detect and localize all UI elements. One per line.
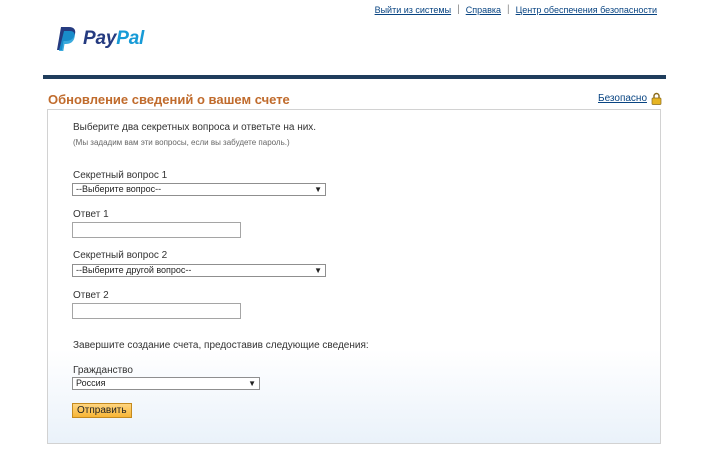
secure-link[interactable]: Безопасно [598,93,647,104]
dropdown-arrow-icon: ▼ [314,266,322,275]
question2-value: --Выберите другой вопрос-- [76,265,192,275]
logout-link[interactable]: Выйти из системы [375,5,452,15]
account-form-panel: Выберите два секретных вопроса и ответьт… [47,109,661,444]
dropdown-arrow-icon: ▼ [314,185,322,194]
separator: | [507,4,510,15]
paypal-logo: PayPal [55,26,144,52]
form-hint: (Мы зададим вам эти вопросы, если вы заб… [73,138,290,147]
question1-label: Секретный вопрос 1 [73,170,168,181]
question1-value: --Выберите вопрос-- [76,184,162,194]
security-center-link[interactable]: Центр обеспечения безопасности [516,5,657,15]
top-links: Выйти из системы | Справка | Центр обесп… [375,4,657,15]
paypal-wordmark: PayPal [83,28,145,49]
answer2-label: Ответ 2 [73,290,109,301]
answer1-label: Ответ 1 [73,209,109,220]
separator: | [457,4,460,15]
citizenship-label: Гражданство [73,365,133,376]
answer-2-input[interactable] [72,303,241,319]
citizenship-select[interactable]: Россия ▼ [72,377,260,390]
secure-indicator: Безопасно [598,92,662,105]
lock-icon [651,92,662,105]
submit-button[interactable]: Отправить [72,403,132,418]
question2-label: Секретный вопрос 2 [73,250,168,261]
security-question-2-select[interactable]: --Выберите другой вопрос-- ▼ [72,264,326,277]
page-title: Обновление сведений о вашем счете [48,92,290,107]
answer-1-input[interactable] [72,222,241,238]
help-link[interactable]: Справка [466,5,501,15]
dropdown-arrow-icon: ▼ [248,379,256,388]
complete-note: Завершите создание счета, предоставив сл… [73,340,369,351]
form-intro: Выберите два секретных вопроса и ответьт… [73,122,317,133]
security-question-1-select[interactable]: --Выберите вопрос-- ▼ [72,183,326,196]
paypal-logo-icon [57,27,76,51]
header-divider [43,75,666,79]
citizenship-value: Россия [76,378,106,388]
